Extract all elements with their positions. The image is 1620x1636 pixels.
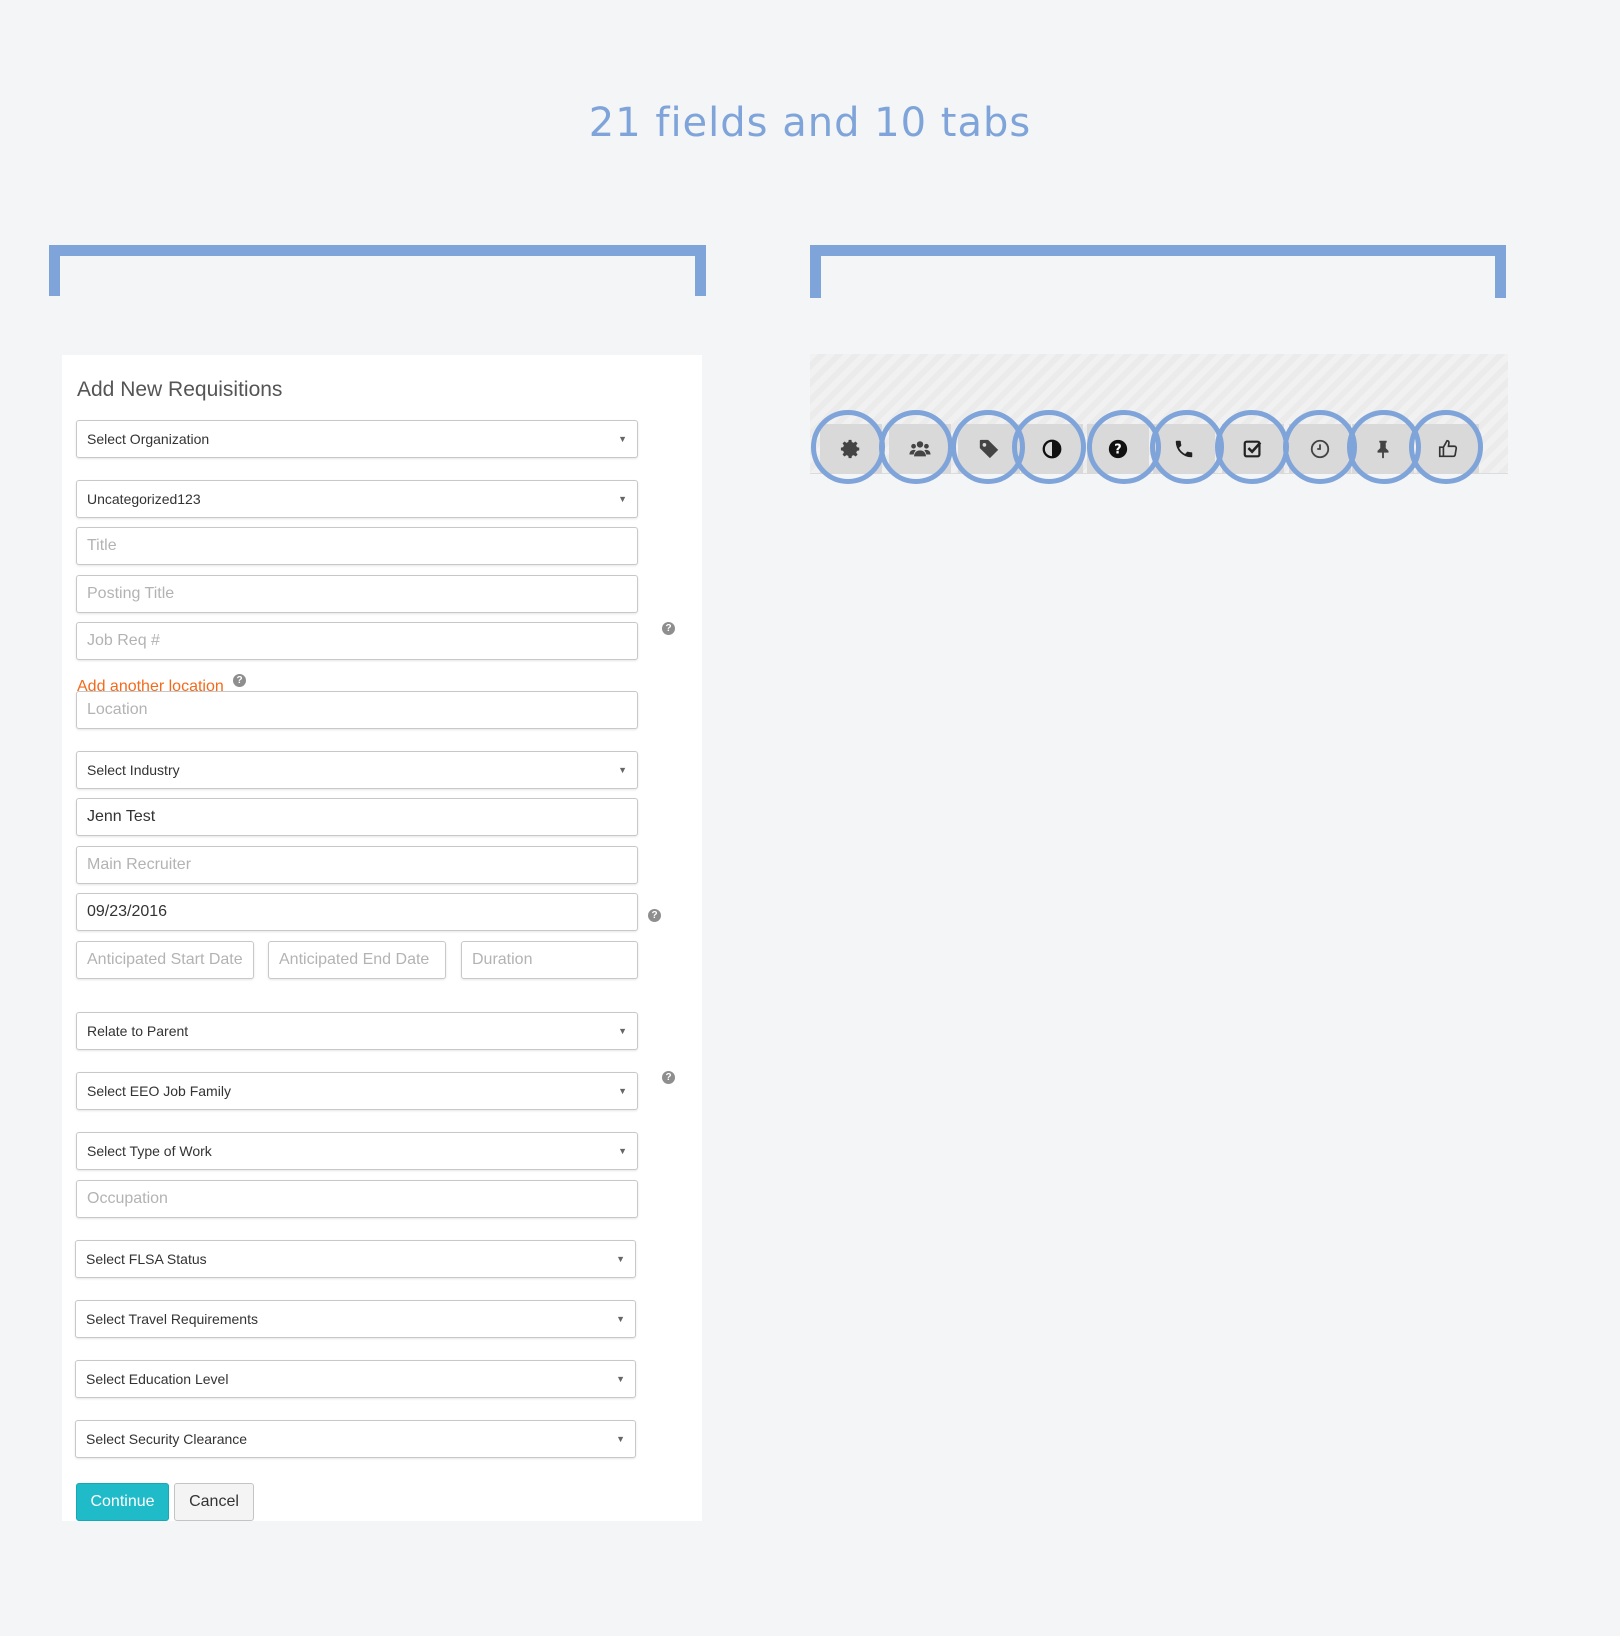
chevron-down-icon: ▼ [616,1374,625,1384]
tab-pinned[interactable] [1352,424,1414,474]
help-icon[interactable]: ? [233,674,246,687]
occupation-input[interactable]: Occupation [76,1180,638,1218]
travel-requirements-select[interactable]: Select Travel Requirements ▼ [75,1300,636,1338]
start-date-input[interactable]: Anticipated Start Date [76,941,254,979]
education-level-select-value: Select Education Level [86,1371,229,1387]
tabs-bracket [810,245,1506,298]
clock-icon [1310,439,1330,459]
tab-settings[interactable] [820,424,882,474]
date-input[interactable]: 09/23/2016 [76,893,638,931]
type-of-work-select[interactable]: Select Type of Work ▼ [76,1132,638,1170]
tab-calls[interactable] [1153,424,1215,474]
location-input[interactable]: Location [76,691,638,729]
chevron-down-icon: ▼ [618,1086,627,1096]
type-of-work-select-value: Select Type of Work [87,1143,212,1159]
svg-text:?: ? [1114,443,1121,458]
tab-approvals[interactable] [1417,424,1479,474]
continue-button[interactable]: Continue [76,1483,169,1521]
phone-icon [1175,440,1193,458]
gear-icon [840,439,860,459]
chevron-down-icon: ▼ [618,765,627,775]
job-req-input[interactable]: Job Req # [76,622,638,660]
contrast-icon [1042,439,1062,459]
education-level-select[interactable]: Select Education Level ▼ [75,1360,636,1398]
thumbs-up-icon [1438,439,1458,458]
relate-parent-select-value: Relate to Parent [87,1023,189,1039]
chevron-down-icon: ▼ [618,494,627,504]
end-date-input[interactable]: Anticipated End Date [268,941,446,979]
security-clearance-select-value: Select Security Clearance [86,1431,248,1447]
posting-title-input[interactable]: Posting Title [76,575,638,613]
industry-select-value: Select Industry [87,762,180,778]
flsa-status-select[interactable]: Select FLSA Status ▼ [75,1240,636,1278]
title-input[interactable]: Title [76,527,638,565]
main-recruiter-input[interactable]: Main Recruiter [76,846,638,884]
cancel-button[interactable]: Cancel [174,1483,254,1521]
help-icon[interactable]: ? [662,622,675,635]
hiring-manager-input[interactable]: Jenn Test [76,798,638,836]
category-select[interactable]: Uncategorized123 ▼ [76,480,638,518]
page-headline: 21 fields and 10 tabs [588,100,1032,146]
duration-input[interactable]: Duration [461,941,638,979]
tab-contrast[interactable] [1021,424,1083,474]
chevron-down-icon: ▼ [616,1434,625,1444]
flsa-status-select-value: Select FLSA Status [86,1251,207,1267]
chevron-down-icon: ▼ [616,1254,625,1264]
tab-tasks[interactable] [1222,424,1284,474]
chevron-down-icon: ▼ [616,1314,625,1324]
tab-help[interactable]: ? [1087,424,1149,474]
tab-team[interactable] [889,424,951,474]
checkbox-icon [1243,440,1262,458]
organization-select-value: Select Organization [87,431,210,447]
travel-requirements-select-value: Select Travel Requirements [86,1311,258,1327]
question-icon: ? [1108,439,1128,459]
form-bracket [49,245,706,296]
eeo-job-family-select[interactable]: Select EEO Job Family ▼ [76,1072,638,1110]
tab-history[interactable] [1289,424,1351,474]
pin-icon [1377,440,1389,459]
category-select-value: Uncategorized123 [87,491,201,507]
chevron-down-icon: ▼ [618,1026,627,1036]
help-icon[interactable]: ? [662,1071,675,1084]
chevron-down-icon: ▼ [618,1146,627,1156]
organization-select[interactable]: Select Organization ▼ [76,420,638,458]
help-icon[interactable]: ? [648,909,661,922]
security-clearance-select[interactable]: Select Security Clearance ▼ [75,1420,636,1458]
chevron-down-icon: ▼ [618,434,627,444]
eeo-job-family-select-value: Select EEO Job Family [87,1083,231,1099]
users-icon [909,441,931,457]
relate-parent-select[interactable]: Relate to Parent ▼ [76,1012,638,1050]
tab-tags[interactable] [958,424,1020,474]
tag-icon [979,439,999,459]
industry-select[interactable]: Select Industry ▼ [76,751,638,789]
form-title: Add New Requisitions [77,378,283,401]
